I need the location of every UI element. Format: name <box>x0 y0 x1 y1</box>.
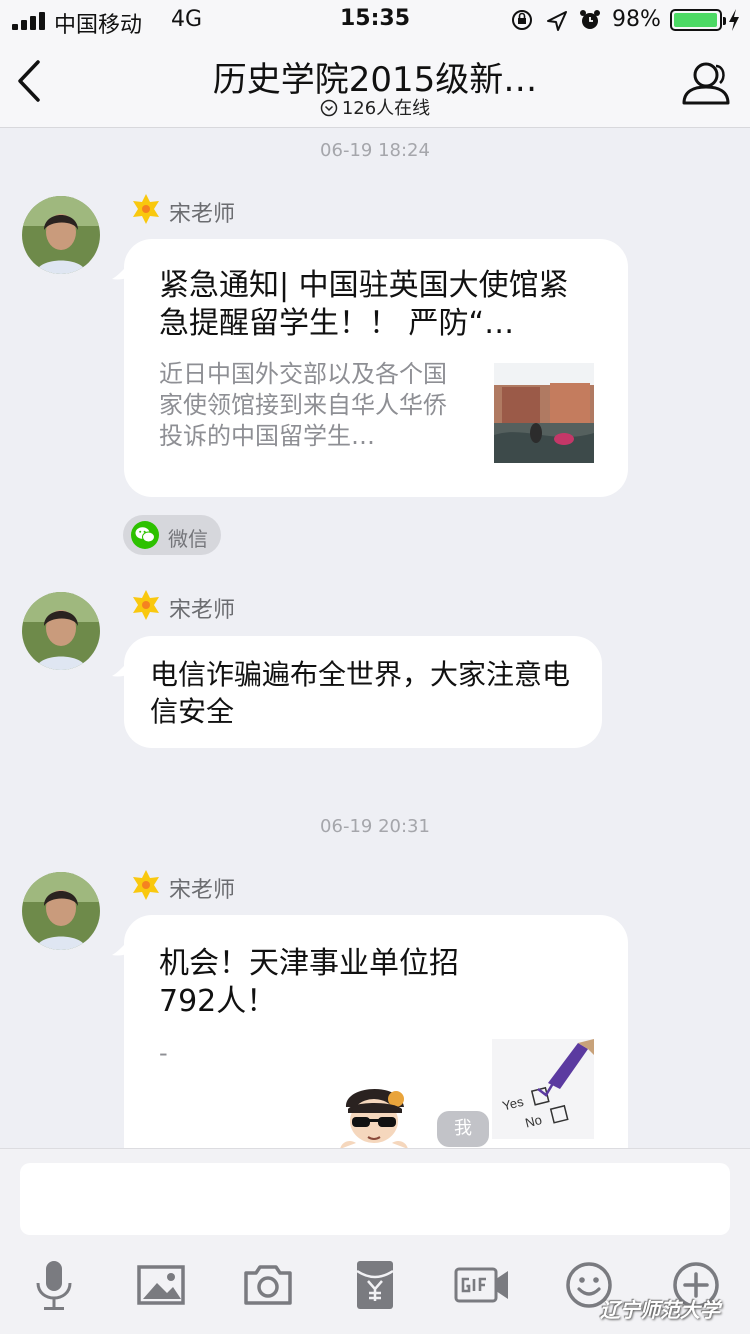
link-card-bubble[interactable]: 紧急通知| 中国驻英国大使馆紧急提醒留学生！！ 严防“… 近日中国外交部以及各个… <box>112 239 628 497</box>
link-card-bubble[interactable]: 机会！天津事业单位招792人！ - Yes No 我 <box>112 915 628 1175</box>
source-tag[interactable]: 微信 <box>123 515 221 555</box>
sticker <box>340 1088 408 1149</box>
sender-name: 宋老师 <box>169 202 236 227</box>
card-thumbnail: Yes No <box>492 1039 594 1139</box>
status-icons <box>512 10 600 31</box>
chevron-down-icon <box>320 99 338 117</box>
timestamp: 06-19 18:24 <box>320 140 430 161</box>
admin-star-icon <box>133 194 159 224</box>
avatar[interactable] <box>22 196 100 274</box>
card-thumbnail <box>494 363 594 463</box>
card-title: 紧急通知| 中国驻英国大使馆紧急提醒留学生！！ 严防“… <box>159 268 569 341</box>
source-label: 微信 <box>168 527 208 551</box>
card-description: 近日中国外交部以及各个国家使领馆接到来自华人华侨投诉的中国留学生… <box>159 360 447 450</box>
status-bar: 中国移动 4G 15:35 98% <box>0 0 750 40</box>
wechat-icon <box>131 521 159 549</box>
message-text: 电信诈骗遍布全世界，大家注意电信安全 <box>150 658 571 728</box>
microphone-icon[interactable] <box>26 1257 82 1313</box>
watermark: 辽宁师范大学 <box>600 1298 720 1322</box>
message-input[interactable] <box>20 1163 730 1235</box>
battery-percent: 98% <box>612 7 661 32</box>
online-count-label: 126人在线 <box>341 98 431 119</box>
location-icon <box>547 11 567 31</box>
sender-name: 宋老师 <box>169 598 236 623</box>
me-sticker-label: 我 <box>437 1111 489 1147</box>
rotation-lock-icon <box>512 10 532 30</box>
sender-name: 宋老师 <box>169 878 236 903</box>
red-packet-icon[interactable] <box>347 1257 403 1313</box>
image-icon[interactable] <box>133 1257 189 1313</box>
avatar[interactable] <box>22 872 100 950</box>
chat-screen: 中国移动 4G 15:35 98% 历史学院2015级新… 126人在线 06-… <box>0 0 750 1334</box>
card-title: 机会！天津事业单位招792人！ <box>159 946 459 1019</box>
camera-icon[interactable] <box>240 1257 296 1313</box>
card-description: - <box>159 1039 168 1067</box>
admin-star-icon <box>133 870 159 900</box>
timestamp: 06-19 20:31 <box>320 816 430 837</box>
avatar[interactable] <box>22 592 100 670</box>
nav-bar: 历史学院2015级新… 126人在线 <box>0 40 750 128</box>
gif-icon[interactable] <box>454 1257 510 1313</box>
alarm-icon <box>580 10 600 29</box>
online-count[interactable]: 126人在线 <box>0 94 750 120</box>
group-members-icon[interactable] <box>678 58 734 108</box>
admin-star-icon <box>133 590 159 620</box>
text-bubble[interactable]: 电信诈骗遍布全世界，大家注意电信安全 <box>112 636 602 748</box>
battery-icon <box>670 9 726 31</box>
charging-icon <box>729 9 739 31</box>
